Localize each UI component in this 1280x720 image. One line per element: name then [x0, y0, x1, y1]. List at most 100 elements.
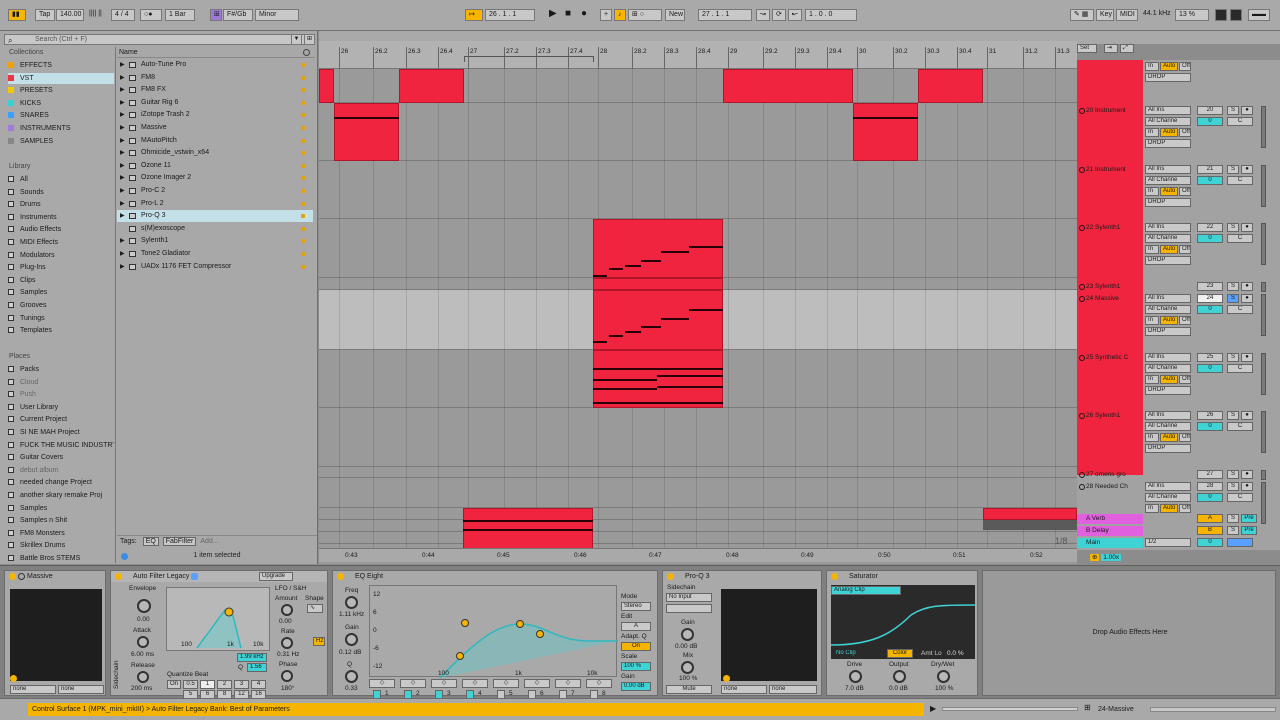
device-auto-filter[interactable]: Auto Filter Legacy Upgrade Sidechain Env… — [110, 570, 328, 699]
quantize-beat-button[interactable]: 4 — [251, 680, 266, 689]
quantize-beat-button[interactable]: 0.5 — [183, 680, 198, 689]
time-ruler[interactable]: 0:43 0:44 0:45 0:46 0:47 0:48 0:49 0:50 0:51 0:52 — [319, 548, 1077, 562]
input-type-select[interactable]: All Ins — [1145, 482, 1191, 491]
expand-arrow-icon[interactable]: ▶ — [120, 59, 125, 71]
return-solo[interactable]: S — [1227, 526, 1239, 535]
favorite-icon[interactable] — [301, 100, 305, 105]
library-item-templates[interactable]: Templates — [8, 325, 114, 336]
track-fold-icon[interactable] — [1079, 167, 1085, 173]
favorite-icon[interactable] — [301, 176, 305, 181]
output-knob[interactable] — [893, 670, 906, 683]
band-filter-type-icon[interactable]: ◇ — [524, 679, 550, 688]
midi-clip[interactable] — [593, 290, 723, 350]
track-number[interactable]: 25 — [1197, 353, 1223, 362]
midi-note[interactable] — [853, 117, 918, 119]
track-name[interactable]: 23 Sylenth1 — [1077, 282, 1143, 292]
track-view-toggle[interactable] — [1150, 707, 1276, 712]
return-letter[interactable]: B — [1197, 526, 1223, 535]
track-name[interactable]: 25 Synthetic C — [1077, 353, 1143, 363]
output-select[interactable]: DROP — [1145, 139, 1191, 148]
volume-field[interactable]: 0 — [1197, 305, 1223, 314]
input-channel-select[interactable]: All Channe — [1145, 234, 1191, 243]
favorite-icon[interactable] — [301, 252, 305, 256]
name-column-header[interactable]: Name — [117, 47, 315, 58]
arrangement-view[interactable]: 26 26.2 26.3 26.4 27 27.2 27.3 27.4 28 28.2 28.3 28… — [319, 31, 1077, 564]
track-fold-icon[interactable] — [1079, 225, 1085, 231]
param-select-2[interactable]: none — [58, 685, 104, 694]
expand-arrow-icon[interactable]: ▶ — [120, 72, 125, 84]
monitor-in[interactable]: In — [1145, 245, 1159, 254]
plugin-handle-icon[interactable] — [10, 675, 17, 682]
track-fold-icon[interactable] — [1079, 355, 1085, 361]
browser-file-item[interactable]: ▶ Massive — [117, 122, 313, 134]
place-item[interactable]: needed change Project — [8, 477, 114, 488]
sidechain-channel-select[interactable] — [666, 604, 712, 613]
mute-button[interactable]: Mute — [666, 685, 712, 694]
track-name[interactable]: 26 Sylenth1 — [1077, 411, 1143, 421]
upgrade-button[interactable]: Upgrade — [259, 572, 293, 581]
browser-file-item[interactable]: ▶ Tone2 Gladiator — [117, 248, 313, 260]
monitor-off[interactable]: Off — [1179, 245, 1191, 254]
monitor-auto[interactable]: Auto — [1160, 504, 1178, 513]
midi-note[interactable] — [593, 379, 657, 381]
solo-button[interactable]: S — [1227, 470, 1239, 479]
power-icon[interactable] — [337, 573, 344, 580]
browser-file-item[interactable]: ▶ Pro-L 2 — [117, 198, 313, 210]
expand-arrow-icon[interactable]: ▶ — [120, 147, 125, 159]
mix-knob[interactable] — [681, 661, 694, 674]
return-track-name[interactable]: B Delay — [1077, 526, 1143, 536]
stop-icon[interactable]: ■ — [562, 9, 574, 21]
track-lane[interactable] — [319, 508, 1077, 520]
band-filter-type-icon[interactable]: ◇ — [462, 679, 488, 688]
pan-field[interactable]: C — [1227, 176, 1253, 185]
place-item[interactable]: Samples — [8, 503, 114, 514]
sidechain-input-select[interactable]: No Input — [666, 593, 712, 602]
play-icon[interactable]: ▶ — [546, 9, 558, 21]
saturator-display[interactable] — [830, 585, 976, 659]
monitor-in[interactable]: In — [1145, 433, 1159, 442]
phase-knob[interactable] — [281, 670, 293, 682]
midi-note[interactable] — [609, 335, 623, 337]
library-item-all[interactable]: All — [8, 174, 114, 185]
device-massive[interactable]: Massive none none — [4, 570, 106, 696]
solo-button[interactable]: S — [1227, 282, 1239, 291]
hz-toggle[interactable]: Hz — [313, 637, 325, 646]
library-item-drums[interactable]: Drums — [8, 199, 114, 210]
tempo-field[interactable]: 140.00 — [56, 9, 84, 21]
midi-clip[interactable] — [723, 69, 853, 103]
output-select[interactable]: DROP — [1145, 444, 1191, 453]
main-pan-icon[interactable] — [1227, 538, 1253, 547]
midi-note[interactable] — [661, 318, 689, 320]
place-item[interactable]: SI NE MAH Project — [8, 427, 114, 438]
track-number[interactable]: 21 — [1197, 165, 1223, 174]
volume-field[interactable]: 0 — [1197, 422, 1223, 431]
scale-select[interactable]: Minor — [255, 9, 299, 21]
input-type-select[interactable]: All Ins — [1145, 106, 1191, 115]
track-number[interactable]: 24 — [1197, 294, 1223, 303]
input-channel-select[interactable]: All Channe — [1145, 422, 1191, 431]
monitor-in[interactable]: In — [1145, 316, 1159, 325]
browser-file-item[interactable]: ▶ iZotope Trash 2 — [117, 109, 313, 121]
browser-file-item[interactable]: ▶ FM8 — [117, 72, 313, 84]
input-type-select[interactable]: All Ins — [1145, 294, 1191, 303]
expand-arrow-icon[interactable]: ▶ — [120, 172, 125, 184]
track-name[interactable]: 22 Sylenth1 — [1077, 223, 1143, 233]
filter-frequency[interactable]: 1.99 kHz — [237, 653, 267, 662]
dry-wet-knob[interactable] — [937, 670, 950, 683]
favorite-icon[interactable] — [301, 189, 305, 193]
monitor-off[interactable]: Off — [1179, 316, 1191, 325]
clip-mode-select[interactable]: No Clip — [833, 649, 881, 658]
favorite-icon[interactable] — [301, 151, 305, 156]
pan-field[interactable]: C — [1227, 305, 1253, 314]
collection-presets[interactable]: PRESETS — [8, 85, 114, 96]
pan-field[interactable]: C — [1227, 117, 1253, 126]
library-item-plug-ins[interactable]: Plug-Ins — [8, 262, 114, 273]
status-scroll[interactable] — [942, 707, 1078, 711]
return-solo[interactable]: S — [1227, 514, 1239, 523]
place-item[interactable]: debut album — [8, 465, 114, 476]
midi-note[interactable] — [625, 265, 641, 267]
midi-clip[interactable] — [918, 69, 983, 103]
monitor-auto[interactable]: Auto — [1160, 245, 1178, 254]
track-fold-icon[interactable] — [1079, 296, 1085, 302]
expand-arrow-icon[interactable]: ▶ — [120, 210, 125, 222]
